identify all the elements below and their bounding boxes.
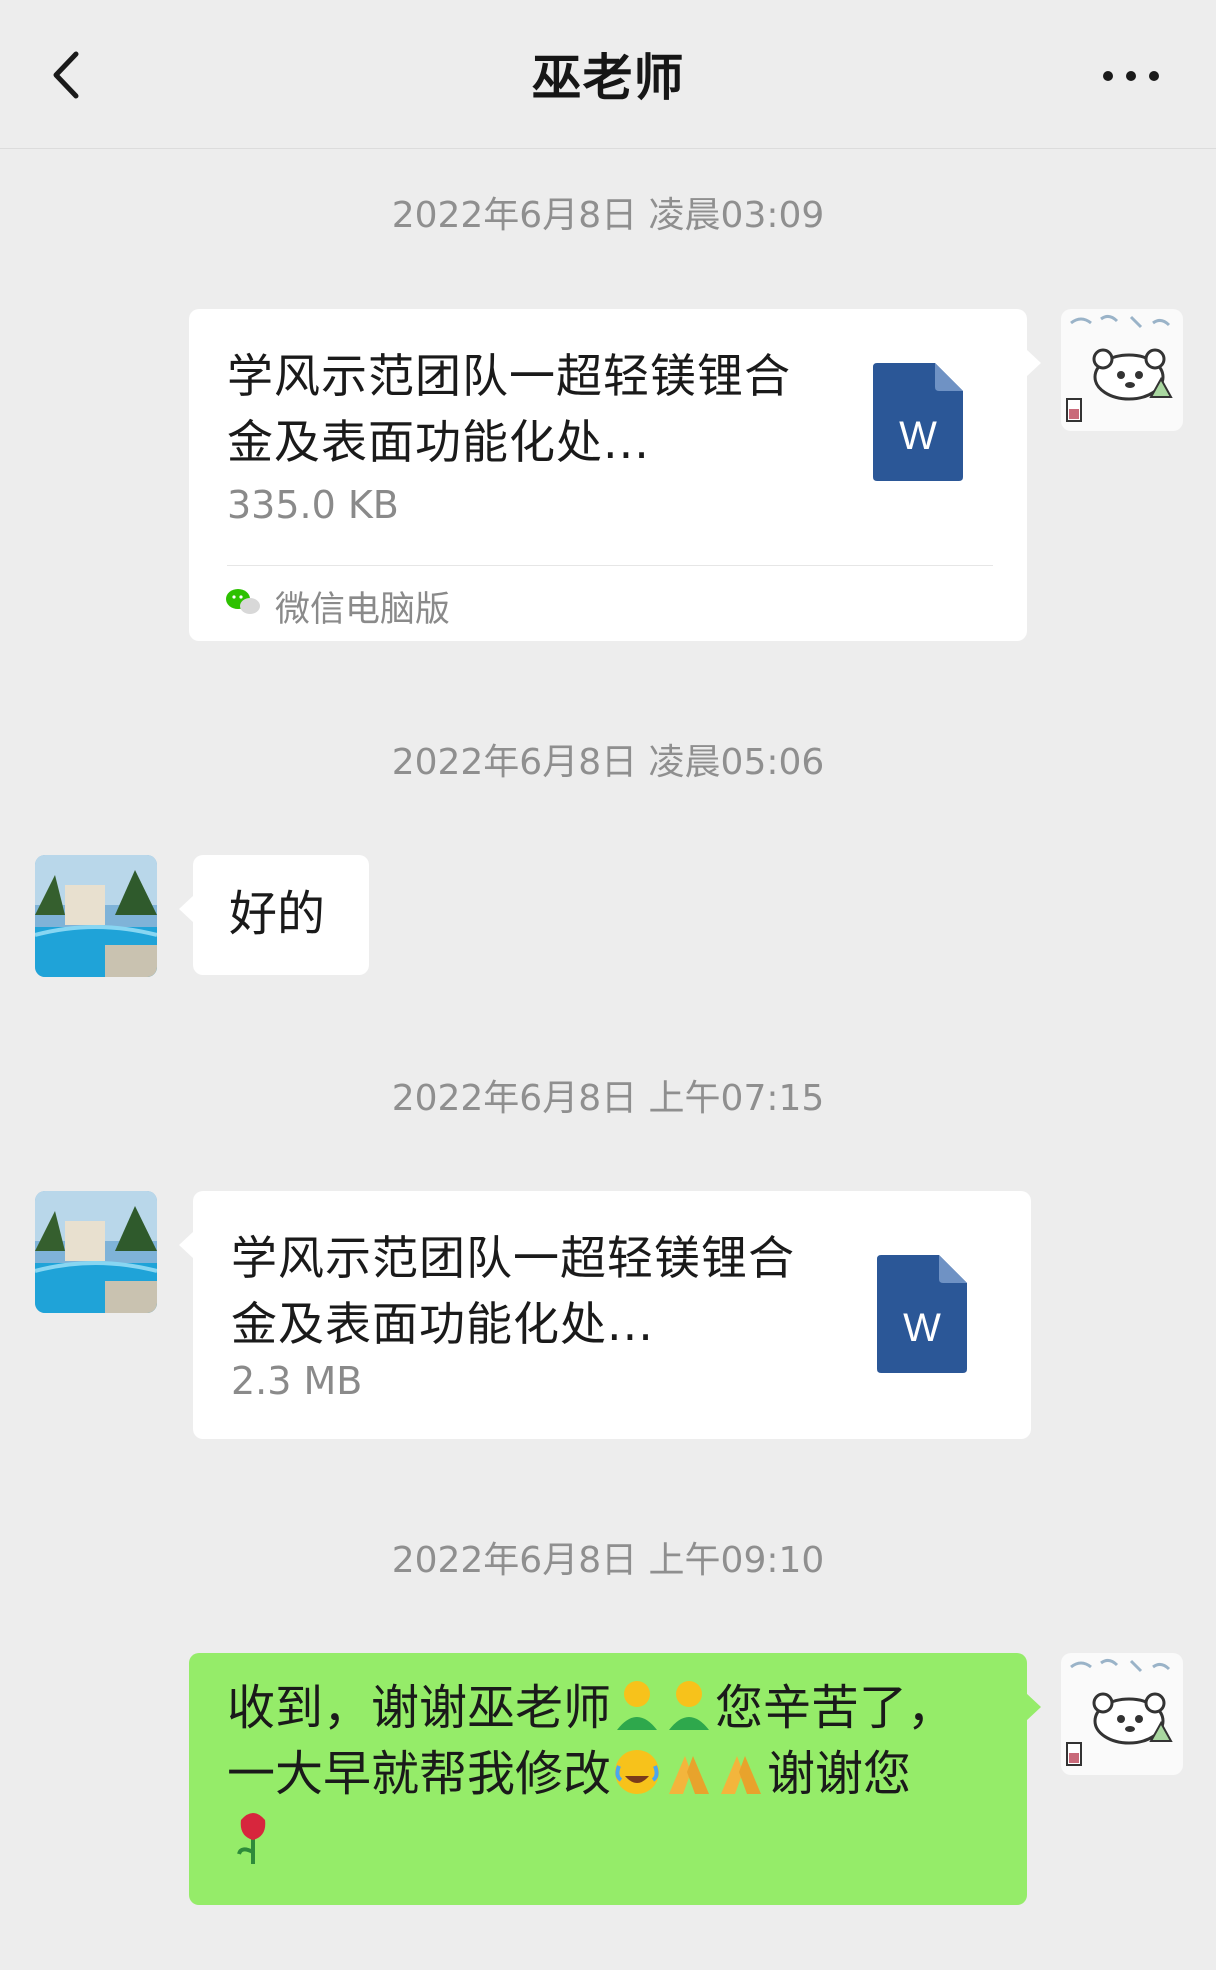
timestamp: 2022年6月8日 凌晨03:09 xyxy=(391,195,825,236)
chat-header: 巫老师 xyxy=(0,0,1216,149)
message-text-part: 收到，谢谢巫老师 xyxy=(227,1680,612,1736)
file-size: 335.0 KB xyxy=(227,483,399,527)
file-message-bubble[interactable]: 学风示范团队一超轻镁锂合金及表面功能化处... 2.3 MB W xyxy=(179,1191,1031,1439)
text-message-bubble[interactable]: 收到，谢谢巫老师 您辛苦了， 一大早就帮我修改 谢谢您 xyxy=(189,1653,1041,1905)
text-message-bubble[interactable]: 好的 xyxy=(179,855,369,975)
message-text: 好的 xyxy=(229,886,326,942)
more-button[interactable] xyxy=(1096,52,1166,100)
timestamp: 2022年6月8日 上午07:15 xyxy=(391,1078,825,1119)
file-name: 学风示范团队一超轻镁锂合金及表面功能化处... xyxy=(231,1231,795,1351)
file-size: 2.3 MB xyxy=(231,1359,363,1403)
message-text-part: 您辛苦了， xyxy=(715,1680,956,1736)
word-doc-icon: W xyxy=(873,363,963,481)
wechat-icon xyxy=(226,589,260,614)
timestamp: 2022年6月8日 上午09:10 xyxy=(391,1540,825,1581)
contact-avatar[interactable] xyxy=(35,855,157,977)
message-text-part: 一大早就帮我修改 xyxy=(227,1746,612,1802)
rose-emoji-icon xyxy=(237,1813,266,1864)
file-message-bubble[interactable]: 学风示范团队一超轻镁锂合金及表面功能化处... 335.0 KB W 微信电脑版 xyxy=(189,309,1041,641)
contact-avatar[interactable] xyxy=(35,1191,157,1313)
more-dots-icon xyxy=(1103,71,1159,81)
message-text-part: 谢谢您 xyxy=(767,1746,912,1802)
person-emoji-icon xyxy=(669,1681,710,1730)
pray-hands-emoji-icon xyxy=(669,1756,710,1794)
chat-title: 巫老师 xyxy=(531,49,685,107)
word-letter: W xyxy=(899,414,937,458)
pray-hands-emoji-icon xyxy=(721,1756,762,1794)
self-avatar[interactable] xyxy=(1061,309,1183,431)
file-name: 学风示范团队一超轻镁锂合金及表面功能化处... xyxy=(227,349,791,469)
timestamp: 2022年6月8日 凌晨05:06 xyxy=(391,742,825,783)
person-emoji-icon xyxy=(617,1681,658,1730)
source-label: 微信电脑版 xyxy=(275,590,451,630)
message-text: 收到，谢谢巫老师 您辛苦了， 一大早就帮我修改 谢谢您 xyxy=(227,1675,1017,1873)
self-avatar[interactable] xyxy=(1061,1653,1183,1775)
word-letter: W xyxy=(903,1306,941,1350)
laugh-crying-emoji-icon xyxy=(615,1750,660,1794)
divider xyxy=(227,565,993,566)
word-doc-icon: W xyxy=(877,1255,967,1373)
